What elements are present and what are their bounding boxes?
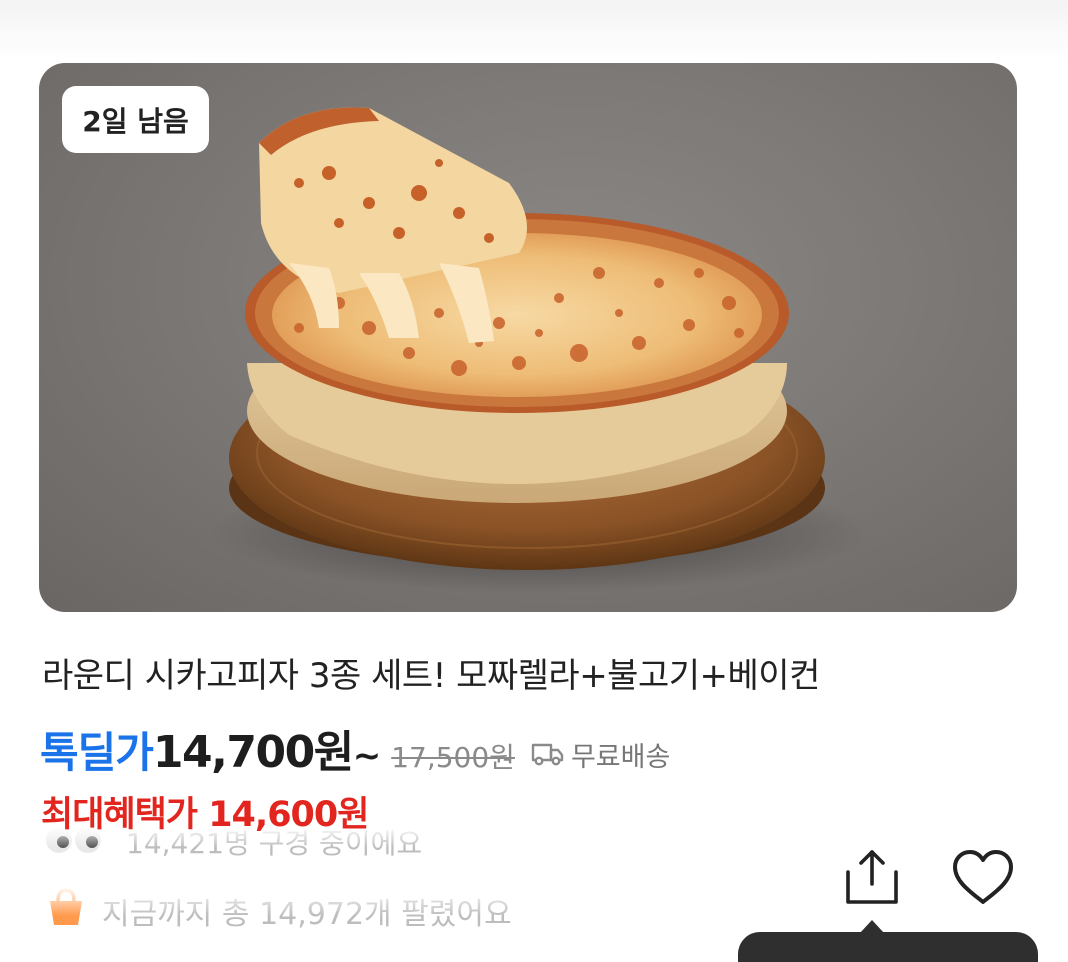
eyes-icon	[44, 825, 104, 862]
product-title[interactable]: 라운디 시카고피자 3종 세트! 모짜렐라+불고기+베이컨	[42, 648, 820, 697]
days-left-badge: 2일 남음	[62, 86, 209, 153]
viewers-text: 14,421명 구경 중이에요	[126, 827, 423, 860]
share-icon	[846, 850, 898, 904]
viewers-count: 14,421명 구경 중이에요	[44, 826, 422, 862]
deal-label: 톡딜가	[40, 728, 154, 777]
share-tooltip	[738, 932, 1038, 962]
shopping-bag-icon	[44, 887, 88, 935]
sold-count: 지금까지 총 14,972개 팔렸어요	[44, 886, 512, 936]
sold-text: 지금까지 총 14,972개 팔렸어요	[102, 897, 512, 932]
favorite-button[interactable]	[950, 846, 1016, 910]
top-status-area	[0, 0, 1068, 60]
deal-price: 14,700원	[152, 727, 354, 778]
free-shipping-label: 무료배송	[531, 735, 670, 774]
heart-icon	[953, 850, 1013, 904]
price-row: 톡딜가 14,700원 ~ 17,500원 무료배송	[40, 716, 670, 778]
price-suffix: ~	[352, 736, 382, 776]
shipping-text: 무료배송	[570, 741, 671, 773]
original-price: 17,500원	[391, 741, 515, 774]
share-button[interactable]	[840, 846, 904, 910]
truck-icon	[531, 743, 564, 766]
